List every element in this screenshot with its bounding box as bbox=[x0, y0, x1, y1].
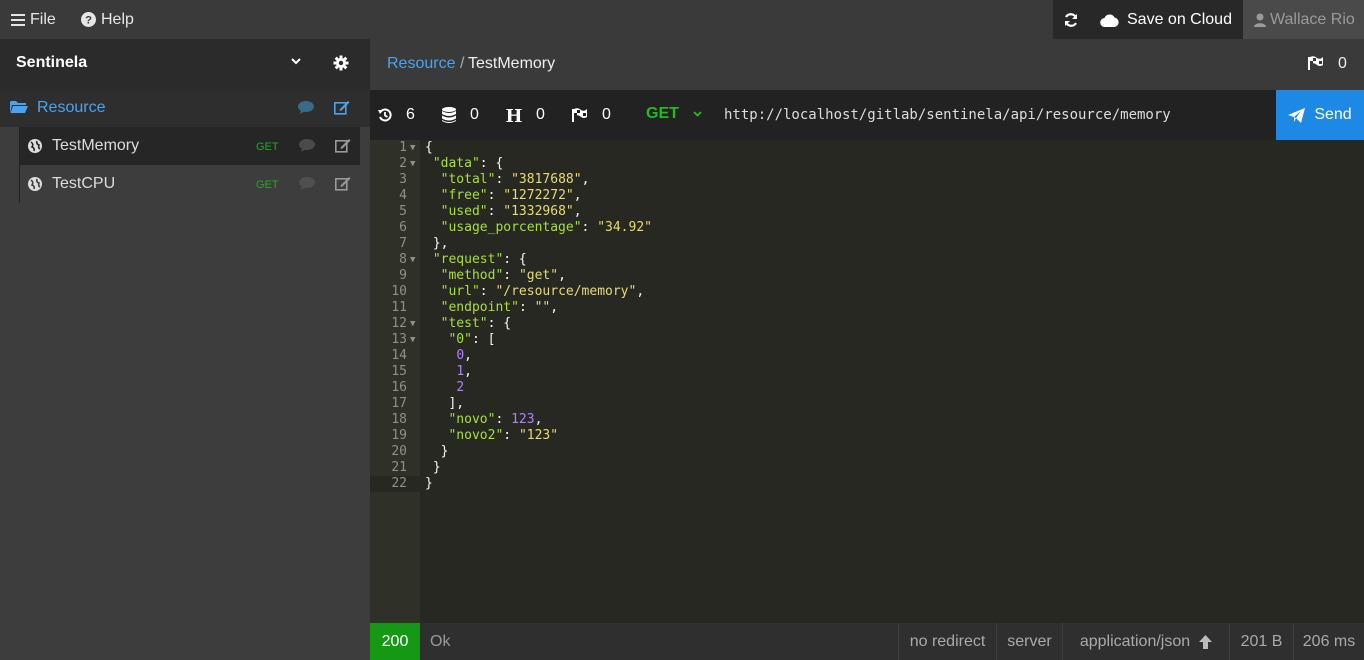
flag-count: 0 bbox=[1338, 55, 1347, 72]
breadcrumb: Resource / TestMemory 0 bbox=[370, 39, 1364, 90]
redirect-label: no redirect bbox=[909, 632, 986, 650]
response-status-bar: 200 Ok no redirect server application/js… bbox=[370, 623, 1364, 660]
arrow-up-icon bbox=[1199, 634, 1213, 649]
redirect-info: no redirect bbox=[898, 623, 996, 660]
folder-resource[interactable]: Resource bbox=[0, 89, 370, 127]
hamburger-icon bbox=[11, 13, 25, 26]
size-info: 201 B bbox=[1229, 623, 1293, 660]
folder-open-icon bbox=[10, 101, 28, 113]
headers-count: 0 bbox=[536, 106, 545, 123]
status-text: Ok bbox=[430, 633, 451, 650]
history-stat[interactable]: 6 bbox=[378, 90, 415, 140]
database-count: 0 bbox=[470, 106, 479, 123]
save-on-cloud-button[interactable]: Save on Cloud bbox=[1089, 0, 1243, 39]
method-select[interactable]: GET bbox=[646, 105, 679, 123]
globe-icon bbox=[28, 139, 42, 153]
source-info: server bbox=[996, 623, 1062, 660]
comment-icon[interactable] bbox=[299, 177, 315, 190]
globe-icon bbox=[28, 177, 42, 191]
top-menu-bar: File ? Help Save on Cloud Wallace Rio bbox=[0, 0, 1364, 39]
send-label: Send bbox=[1314, 106, 1352, 123]
file-menu[interactable]: File bbox=[11, 0, 56, 39]
chevron-down-icon[interactable] bbox=[693, 111, 702, 117]
paper-plane-icon bbox=[1288, 107, 1306, 123]
svg-text:H: H bbox=[506, 107, 522, 123]
status-code-badge: 200 bbox=[370, 623, 420, 660]
send-button[interactable]: Send bbox=[1276, 90, 1364, 140]
user-icon bbox=[1254, 13, 1266, 27]
sidebar: Sentinela Resource TestMemory GET TestCP… bbox=[0, 39, 370, 660]
content-type-info[interactable]: application/json bbox=[1062, 623, 1229, 660]
help-menu[interactable]: ? Help bbox=[81, 0, 134, 39]
project-header: Sentinela bbox=[0, 39, 370, 89]
headers-stat[interactable]: H 0 bbox=[506, 90, 545, 140]
url-input[interactable] bbox=[720, 103, 1260, 127]
line-number-gutter: 1 ▼ 2 ▼ 3 4 5 6 7 8 ▼ 9 10 11 12 ▼ 13 ▼ 14 15… bbox=[370, 140, 420, 623]
save-on-cloud-label: Save on Cloud bbox=[1127, 10, 1232, 28]
request-bar: 6 0 H 0 0 GET Send bbox=[370, 90, 1364, 140]
edit-icon[interactable] bbox=[334, 100, 350, 115]
comment-icon[interactable] bbox=[298, 101, 314, 114]
checkered-flag-icon bbox=[572, 108, 587, 122]
project-title[interactable]: Sentinela bbox=[16, 54, 87, 72]
edit-icon[interactable] bbox=[335, 138, 351, 153]
gear-icon[interactable] bbox=[333, 55, 349, 71]
database-icon bbox=[442, 107, 456, 123]
comment-icon[interactable] bbox=[299, 139, 315, 152]
help-menu-label: Help bbox=[101, 10, 134, 28]
breadcrumb-current: TestMemory bbox=[468, 55, 556, 72]
checkered-flag-icon[interactable] bbox=[1308, 56, 1324, 70]
content-type-label: application/json bbox=[1079, 632, 1191, 650]
edit-icon[interactable] bbox=[335, 176, 351, 191]
refresh-icon bbox=[1064, 12, 1078, 27]
svg-text:?: ? bbox=[85, 15, 92, 27]
flags-stat[interactable]: 0 bbox=[572, 90, 611, 140]
file-menu-label: File bbox=[30, 10, 56, 28]
history-icon bbox=[378, 108, 392, 122]
history-count: 6 bbox=[406, 106, 415, 123]
main-panel: Resource / TestMemory 0 6 0 H 0 0 GET Se… bbox=[370, 39, 1364, 660]
response-body-editor[interactable]: 1 ▼ 2 ▼ 3 4 5 6 7 8 ▼ 9 10 11 12 ▼ 13 ▼ 14 15… bbox=[370, 140, 1364, 623]
request-name: TestCPU bbox=[52, 175, 116, 192]
user-account-button[interactable]: Wallace Rio bbox=[1243, 0, 1364, 39]
database-stat[interactable]: 0 bbox=[442, 90, 479, 140]
request-name: TestMemory bbox=[52, 137, 140, 154]
header-icon: H bbox=[506, 107, 522, 123]
cloud-icon bbox=[1100, 14, 1119, 27]
sidebar-item-testmemory[interactable]: TestMemory GET bbox=[19, 127, 360, 165]
time-info: 206 ms bbox=[1293, 623, 1364, 660]
size-label: 201 B bbox=[1240, 632, 1283, 650]
time-label: 206 ms bbox=[1302, 632, 1356, 650]
method-badge: GET bbox=[256, 179, 279, 191]
folder-label: Resource bbox=[37, 99, 106, 116]
chevron-down-icon[interactable] bbox=[291, 58, 301, 65]
flags-count: 0 bbox=[602, 106, 611, 123]
user-name: Wallace Rio bbox=[1270, 10, 1355, 28]
source-label: server bbox=[1007, 632, 1052, 650]
sync-button[interactable] bbox=[1053, 0, 1089, 39]
question-circle-icon: ? bbox=[81, 12, 96, 27]
breadcrumb-separator: / bbox=[460, 55, 465, 72]
method-badge: GET bbox=[256, 141, 279, 153]
sidebar-item-testcpu[interactable]: TestCPU GET bbox=[19, 165, 360, 203]
breadcrumb-parent[interactable]: Resource bbox=[387, 55, 455, 73]
